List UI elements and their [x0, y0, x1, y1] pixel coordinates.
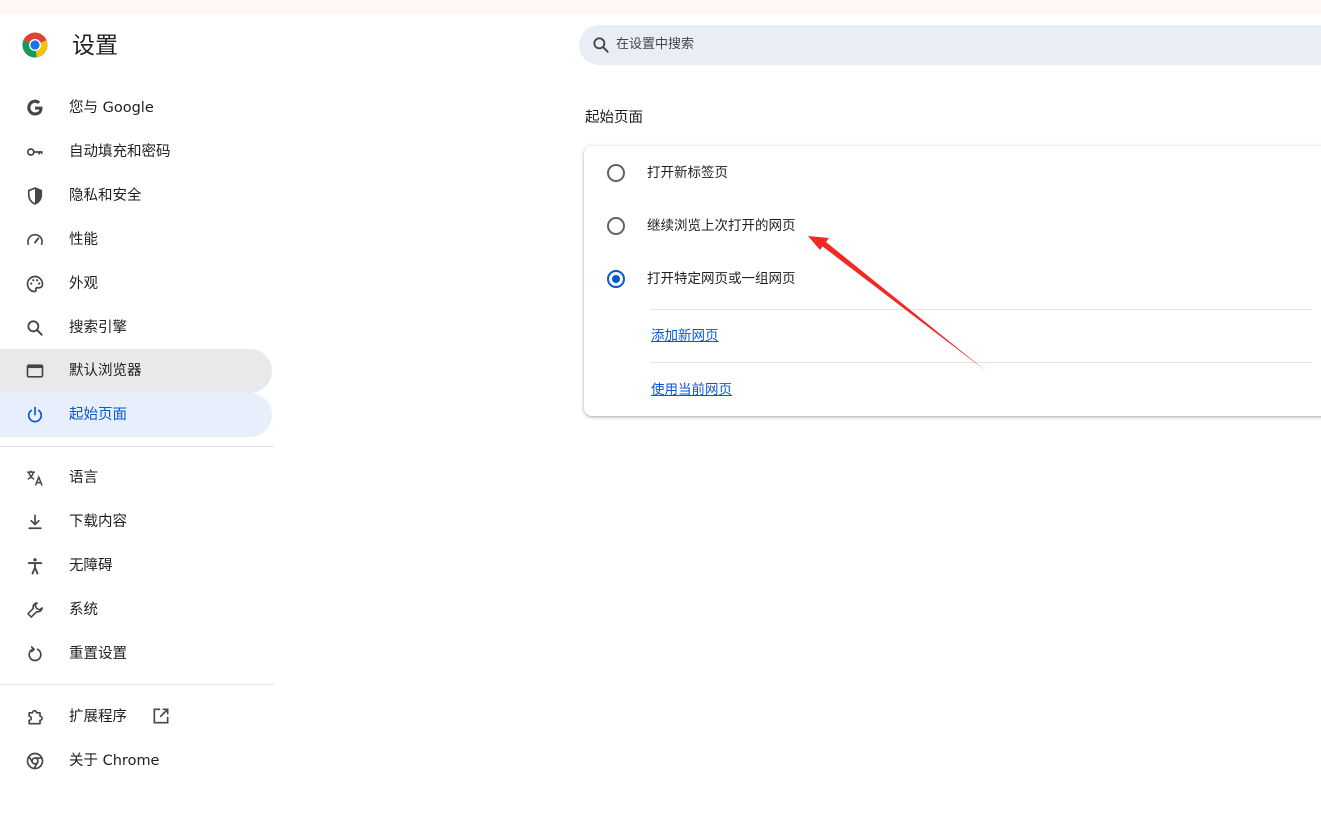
sidebar-item-label: 重置设置 [69, 646, 127, 662]
sidebar-item-label: 默认浏览器 [69, 363, 142, 379]
power-icon [27, 406, 43, 423]
speedometer-icon [27, 233, 43, 245]
wrench-icon [27, 602, 43, 618]
add-new-page-link[interactable]: 添加新网页 [651, 327, 719, 345]
sidebar-item-reset[interactable]: 重置设置 [0, 632, 272, 676]
sidebar-item-languages[interactable]: 语言 [0, 456, 272, 500]
sidebar-item-label: 无障碍 [69, 558, 113, 574]
radio-option-specific-pages[interactable]: 打开特定网页或一组网页 [584, 253, 1321, 303]
search-placeholder: 在设置中搜索 [616, 37, 695, 52]
sidebar-item-privacy[interactable]: 隐私和安全 [0, 174, 272, 218]
chrome-outline-icon [26, 752, 44, 770]
sidebar-item-system[interactable]: 系统 [0, 588, 272, 632]
sidebar-item-label: 下载内容 [69, 514, 127, 530]
sidebar-item-label: 性能 [69, 232, 98, 248]
puzzle-icon [28, 709, 43, 725]
top-strip [0, 0, 1321, 14]
radio-button[interactable] [607, 164, 625, 182]
reset-icon [28, 646, 42, 662]
browser-window-icon [26, 364, 44, 378]
chrome-logo-icon [22, 32, 48, 58]
sidebar-item-you-and-google[interactable]: 您与 Google [0, 86, 272, 130]
sidebar-divider [0, 684, 274, 685]
sidebar-item-label: 自动填充和密码 [69, 144, 171, 160]
search-icon [27, 320, 43, 336]
card-divider [650, 362, 1312, 363]
sidebar-item-label: 外观 [69, 276, 98, 292]
shield-icon [27, 187, 43, 205]
sidebar-item-extensions[interactable]: 扩展程序 [0, 695, 272, 739]
download-icon [28, 514, 42, 530]
key-icon [27, 148, 43, 156]
radio-option-new-tab[interactable]: 打开新标签页 [584, 147, 1321, 197]
sidebar-item-on-startup[interactable]: 起始页面 [0, 393, 272, 437]
sidebar-item-about-chrome[interactable]: 关于 Chrome [0, 739, 272, 783]
sidebar-item-label: 起始页面 [69, 407, 127, 423]
accessibility-icon [27, 558, 43, 575]
section-title: 起始页面 [585, 110, 643, 126]
sidebar-divider [0, 446, 274, 447]
radio-label: 打开新标签页 [647, 165, 728, 181]
sidebar-item-label: 语言 [69, 470, 98, 486]
sidebar-item-label: 搜索引擎 [69, 320, 127, 336]
search-icon [593, 37, 609, 53]
card-divider [650, 309, 1312, 310]
radio-button-checked[interactable] [607, 270, 625, 288]
sidebar-item-accessibility[interactable]: 无障碍 [0, 544, 272, 588]
sidebar-item-label: 关于 Chrome [69, 753, 160, 769]
page-title: 设置 [72, 33, 118, 59]
sidebar-item-performance[interactable]: 性能 [0, 218, 272, 262]
startup-options-card: 打开新标签页 继续浏览上次打开的网页 打开特定网页或一组网页 添加新网页 使用当… [584, 146, 1321, 416]
sidebar-item-default-browser[interactable]: 默认浏览器 [0, 349, 272, 393]
translate-icon [27, 470, 43, 486]
search-input[interactable]: 在设置中搜索 [579, 25, 1321, 65]
radio-button[interactable] [607, 217, 625, 235]
sidebar-item-autofill[interactable]: 自动填充和密码 [0, 130, 272, 174]
google-g-icon [27, 99, 43, 116]
sidebar-item-label: 系统 [69, 602, 98, 618]
sidebar-item-label: 扩展程序 [69, 709, 127, 725]
radio-label: 打开特定网页或一组网页 [647, 271, 796, 287]
radio-option-continue[interactable]: 继续浏览上次打开的网页 [584, 200, 1321, 250]
sidebar-item-label: 您与 Google [69, 100, 154, 116]
use-current-pages-link[interactable]: 使用当前网页 [651, 381, 732, 399]
sidebar-item-search-engine[interactable]: 搜索引擎 [0, 306, 272, 350]
sidebar-item-downloads[interactable]: 下载内容 [0, 500, 272, 544]
sidebar-item-appearance[interactable]: 外观 [0, 262, 272, 306]
radio-label: 继续浏览上次打开的网页 [647, 218, 796, 234]
palette-icon [26, 275, 44, 293]
sidebar-item-label: 隐私和安全 [69, 188, 142, 204]
open-in-new-icon [153, 708, 169, 724]
header: 设置 在设置中搜索 [0, 14, 1321, 78]
